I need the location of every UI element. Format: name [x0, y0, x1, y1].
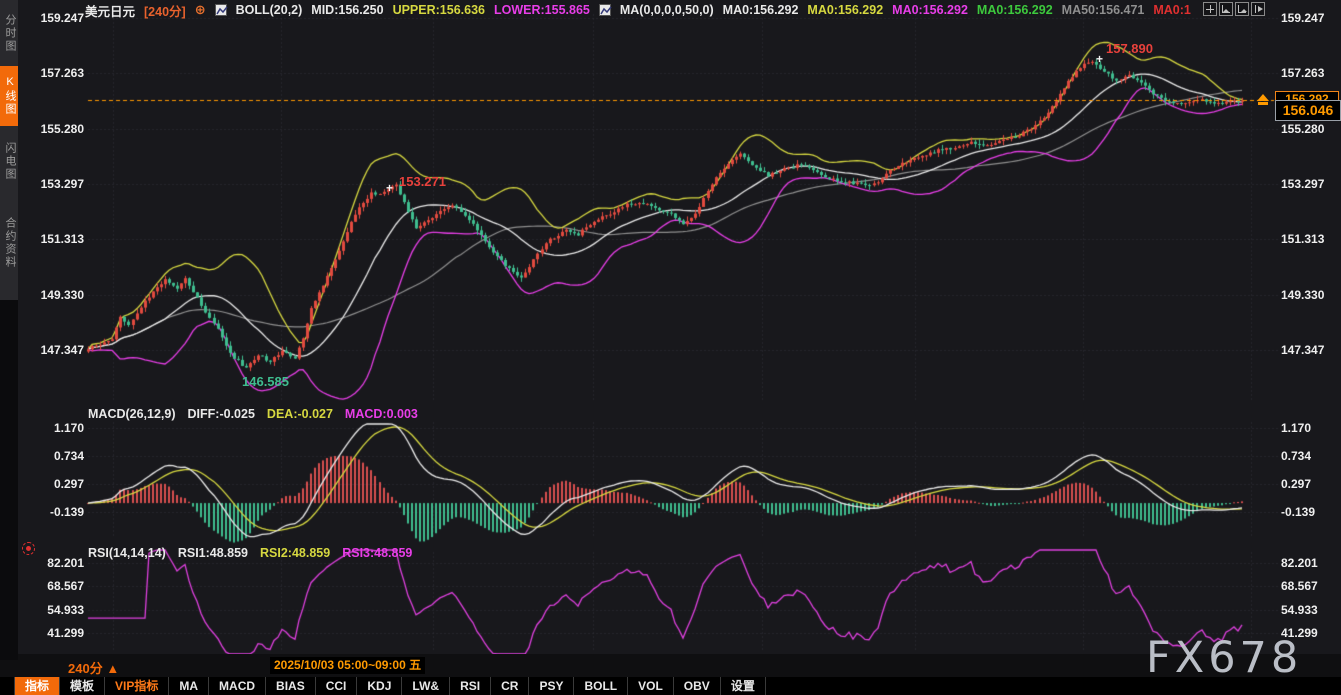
price-axis-label: 153.297 [18, 177, 84, 191]
toolbar-tab-obv[interactable]: OBV [674, 677, 721, 695]
quote-price-tag: 156.046 [1275, 100, 1341, 121]
toolbar-tab-bias[interactable]: BIAS [266, 677, 316, 695]
price-axis-label: 155.280 [1281, 122, 1341, 136]
toolbar-tab-rsi[interactable]: RSI [450, 677, 491, 695]
fx678-watermark: FX678 [1146, 633, 1302, 683]
price-axis-label: 149.330 [18, 288, 84, 302]
toolbar-tab-macd[interactable]: MACD [209, 677, 266, 695]
rsi2-value: RSI2:48.859 [260, 546, 330, 560]
rsi-axis-label: 82.201 [18, 556, 84, 570]
indicator-toolbar: 指标模板VIP指标MAMACDBIASCCIKDJLW&RSICRPSYBOLL… [0, 677, 1341, 695]
ma-indicator-icon[interactable] [599, 4, 611, 16]
price-axis-label: 151.313 [1281, 232, 1341, 246]
exit-fullscreen-icon[interactable] [1251, 2, 1265, 16]
ma0-green-value: MA0:156.292 [977, 3, 1053, 17]
high-price-annotation: 157.890 [1106, 41, 1153, 56]
app-window: 分时图 K线图 闪电图 合约资料 美元日元 [240分] ⊕ BOLL(20,2… [0, 0, 1341, 695]
macd-axis-label: -0.139 [18, 505, 84, 519]
boll-lower-value: LOWER:155.865 [494, 3, 590, 17]
sidebar-tab-timeshare[interactable]: 分时图 [0, 4, 18, 62]
sidebar-tab-kline[interactable]: K线图 [0, 66, 18, 126]
toolbar-tab-cr[interactable]: CR [491, 677, 529, 695]
price-axis-label: 155.280 [18, 122, 84, 136]
ma0-yellow-value: MA0:156.292 [807, 3, 883, 17]
price-axis-label: 159.247 [1281, 11, 1341, 25]
boll-mid-value: MID:156.250 [311, 3, 383, 17]
boll-label: BOLL(20,2) [236, 3, 303, 17]
ma0-magenta-value: MA0:156.292 [892, 3, 968, 17]
macd-axis-label: 0.297 [18, 477, 84, 491]
toolbar-tab-boll[interactable]: BOLL [574, 677, 628, 695]
price-axis-label: 147.347 [1281, 343, 1341, 357]
swing-high-annotation: 153.271 [399, 174, 446, 189]
rsi-axis-label: 54.933 [18, 603, 84, 617]
rsi-title: RSI(14,14,14) [88, 546, 166, 560]
rsi-panel-header: RSI(14,14,14) RSI1:48.859 RSI2:48.859 RS… [88, 546, 412, 560]
link-circle-plus-icon[interactable]: ⊕ [195, 2, 206, 18]
toolbar-tab-vip指标[interactable]: VIP指标 [105, 677, 169, 695]
symbol-name: 美元日元 [85, 1, 135, 20]
macd-panel-header: MACD(26,12,9) DIFF:-0.025 DEA:-0.027 MAC… [88, 407, 418, 421]
chart-header-legend: 美元日元 [240分] ⊕ BOLL(20,2) MID:156.250 UPP… [85, 2, 1191, 18]
price-axis-label: 159.247 [18, 11, 84, 25]
macd-axis-label: 1.170 [18, 421, 84, 435]
chart-plot-canvas[interactable] [0, 0, 1341, 695]
macd-axis-label: 0.734 [18, 449, 84, 463]
ma0-white-value: MA0:156.292 [723, 3, 799, 17]
boll-upper-value: UPPER:156.636 [393, 3, 485, 17]
macd-axis-label: 1.170 [1281, 421, 1341, 435]
sidebar-tab-contract-info[interactable]: 合约资料 [0, 197, 18, 289]
macd-axis-label: 0.297 [1281, 477, 1341, 491]
price-axis-label: 147.347 [18, 343, 84, 357]
toolbar-tab-lw&[interactable]: LW& [402, 677, 450, 695]
sidebar-tab-lightning[interactable]: 闪电图 [0, 131, 18, 191]
toolbar-tab-vol[interactable]: VOL [628, 677, 674, 695]
boll-indicator-icon[interactable] [215, 4, 227, 16]
toolbar-tab-kdj[interactable]: KDJ [357, 677, 402, 695]
ma50-value: MA50:156.471 [1062, 3, 1145, 17]
toolbar-tab-psy[interactable]: PSY [529, 677, 574, 695]
high-plus-marker: + [1096, 52, 1103, 66]
toolbar-tab-ma[interactable]: MA [169, 677, 209, 695]
swing-plus-marker: + [386, 181, 393, 195]
crosshair-icon[interactable] [1203, 2, 1217, 16]
macd-axis-label: -0.139 [1281, 505, 1341, 519]
price-axis-label: 157.263 [1281, 66, 1341, 80]
price-axis-label: 151.313 [18, 232, 84, 246]
macd-title: MACD(26,12,9) [88, 407, 176, 421]
toolbar-tab-cci[interactable]: CCI [316, 677, 358, 695]
period-label[interactable]: [240分] [144, 1, 186, 20]
price-axis-label: 149.330 [1281, 288, 1341, 302]
price-marker-arrow-icon [1257, 88, 1269, 105]
rsi-axis-label: 68.567 [1281, 579, 1341, 593]
rsi-axis-label: 54.933 [1281, 603, 1341, 617]
period-selector-label: 240分 [68, 661, 103, 676]
macd-hist-value: MACD:0.003 [345, 407, 418, 421]
x-axis-strip [0, 654, 1341, 677]
ma-label: MA(0,0,0,0,50,0) [620, 3, 714, 17]
ma0-red-value: MA0:1 [1153, 3, 1191, 17]
rsi-axis-label: 82.201 [1281, 556, 1341, 570]
left-sidebar: 分时图 K线图 闪电图 合约资料 [0, 0, 18, 660]
toolbar-tab-模板[interactable]: 模板 [60, 677, 105, 695]
zoom-out-chart-icon[interactable] [1219, 2, 1233, 16]
chart-toolbar-icons [1203, 2, 1265, 16]
low-price-annotation: 146.585 [242, 374, 289, 389]
alert-marker-icon[interactable] [22, 542, 35, 555]
price-axis-label: 153.297 [1281, 177, 1341, 191]
candle-date-tooltip: 2025/10/03 05:00~09:00 五 [270, 657, 425, 674]
toolbar-tab-indicators-active[interactable]: 指标 [14, 677, 60, 695]
toolbar-tab-设置[interactable]: 设置 [721, 677, 766, 695]
rsi3-value: RSI3:48.859 [342, 546, 412, 560]
rsi-axis-label: 41.299 [18, 626, 84, 640]
macd-axis-label: 0.734 [1281, 449, 1341, 463]
macd-dea-value: DEA:-0.027 [267, 407, 333, 421]
zoom-in-chart-icon[interactable] [1235, 2, 1249, 16]
period-up-arrow-icon: ▲ [106, 661, 119, 676]
rsi1-value: RSI1:48.859 [178, 546, 248, 560]
rsi-axis-label: 68.567 [18, 579, 84, 593]
period-selector[interactable]: 240分 ▲ [68, 658, 119, 677]
price-axis-label: 157.263 [18, 66, 84, 80]
macd-diff-value: DIFF:-0.025 [188, 407, 255, 421]
